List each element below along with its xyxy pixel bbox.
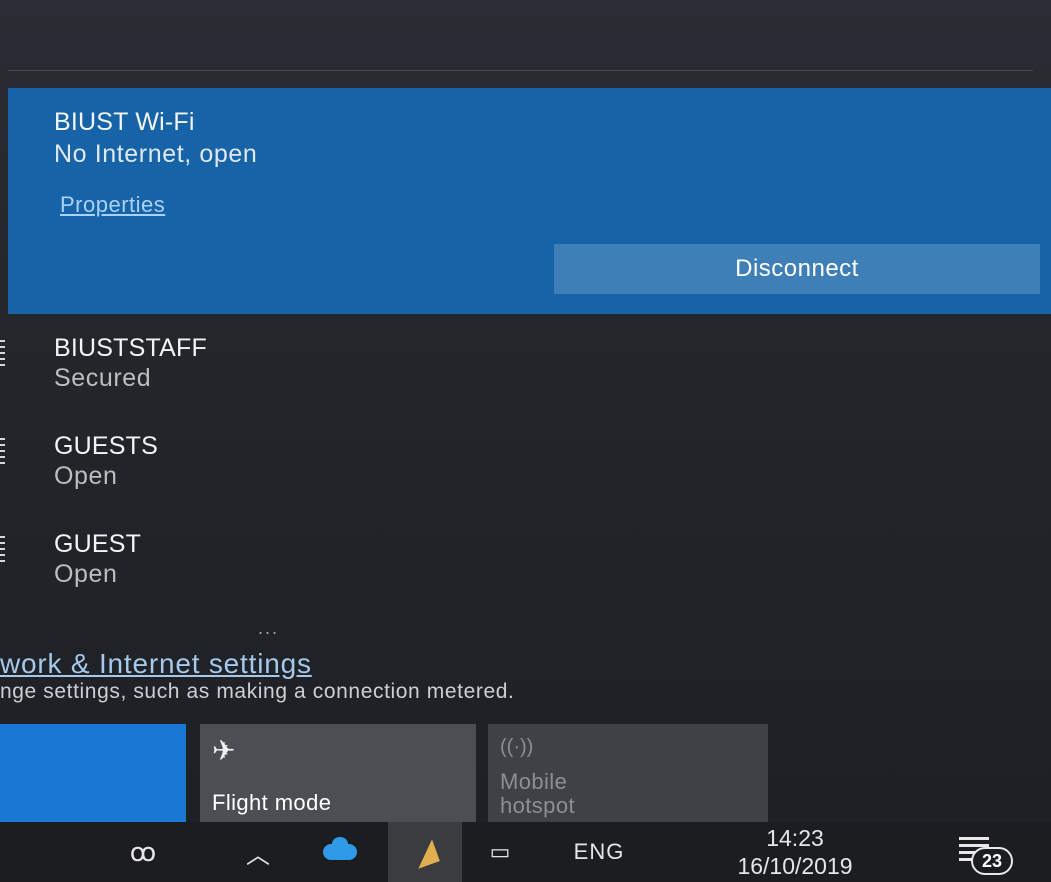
wifi-signal-icon — [0, 340, 5, 370]
mobile-hotspot-tile[interactable]: ((·)) Mobile hotspot — [488, 724, 768, 822]
chevron-up-icon[interactable]: ︿ — [236, 822, 280, 882]
network-status: Open — [54, 462, 118, 490]
action-center-icon: 23 — [953, 835, 1013, 875]
action-center-button[interactable]: 23 — [930, 822, 1020, 882]
notification-count-badge: 23 — [971, 847, 1013, 875]
wifi-no-internet-icon[interactable]: ◢ — [388, 822, 462, 882]
wifi-toggle-tile[interactable] — [0, 724, 186, 822]
network-settings-description: nge settings, such as making a connectio… — [0, 680, 515, 703]
network-name: BIUSTSTAFF — [54, 334, 207, 362]
network-item-biuststaff[interactable]: BIUSTSTAFF Secured — [0, 334, 1051, 410]
network-settings-link[interactable]: work & Internet settings — [0, 648, 312, 680]
network-name: BIUST Wi-Fi — [54, 108, 195, 136]
clock[interactable]: 14:23 16/10/2019 — [680, 822, 910, 882]
airplane-icon: ✈ — [212, 735, 236, 766]
wifi-signal-icon — [0, 536, 5, 566]
network-item-guests[interactable]: GUESTS Open — [0, 432, 1051, 508]
taskbar: ꝏ ︿ ◢ ▭ ENG 14:23 16/10/2019 23 — [0, 822, 1051, 882]
battery-icon[interactable]: ▭ — [472, 822, 528, 882]
mobile-hotspot-icon: ((·)) — [500, 736, 534, 758]
network-status: Open — [54, 560, 118, 588]
network-status: No Internet, open — [54, 140, 258, 168]
wifi-signal-icon — [0, 438, 5, 468]
network-name: GUESTS — [54, 432, 158, 460]
clock-date: 16/10/2019 — [737, 853, 853, 879]
people-icon[interactable]: ꝏ — [118, 822, 168, 882]
network-name: GUEST — [54, 530, 142, 558]
network-item-guest[interactable]: GUEST Open — [0, 530, 1051, 606]
clock-time: 14:23 — [766, 825, 824, 851]
network-status: Secured — [54, 364, 152, 392]
flight-mode-tile[interactable]: ✈ Flight mode — [200, 724, 476, 822]
flight-mode-label: Flight mode — [212, 790, 332, 815]
divider — [8, 70, 1033, 71]
onedrive-cloud-icon[interactable] — [318, 822, 362, 882]
disconnect-button[interactable]: Disconnect — [554, 244, 1040, 294]
connected-network[interactable]: BIUST Wi-Fi No Internet, open Properties… — [8, 88, 1051, 314]
more-indicator: ... — [258, 618, 280, 638]
network-flyout: BIUST Wi-Fi No Internet, open Properties… — [0, 0, 1051, 822]
properties-link[interactable]: Properties — [60, 192, 165, 218]
mobile-hotspot-label: Mobile hotspot — [500, 769, 575, 818]
language-indicator[interactable]: ENG — [560, 822, 638, 882]
